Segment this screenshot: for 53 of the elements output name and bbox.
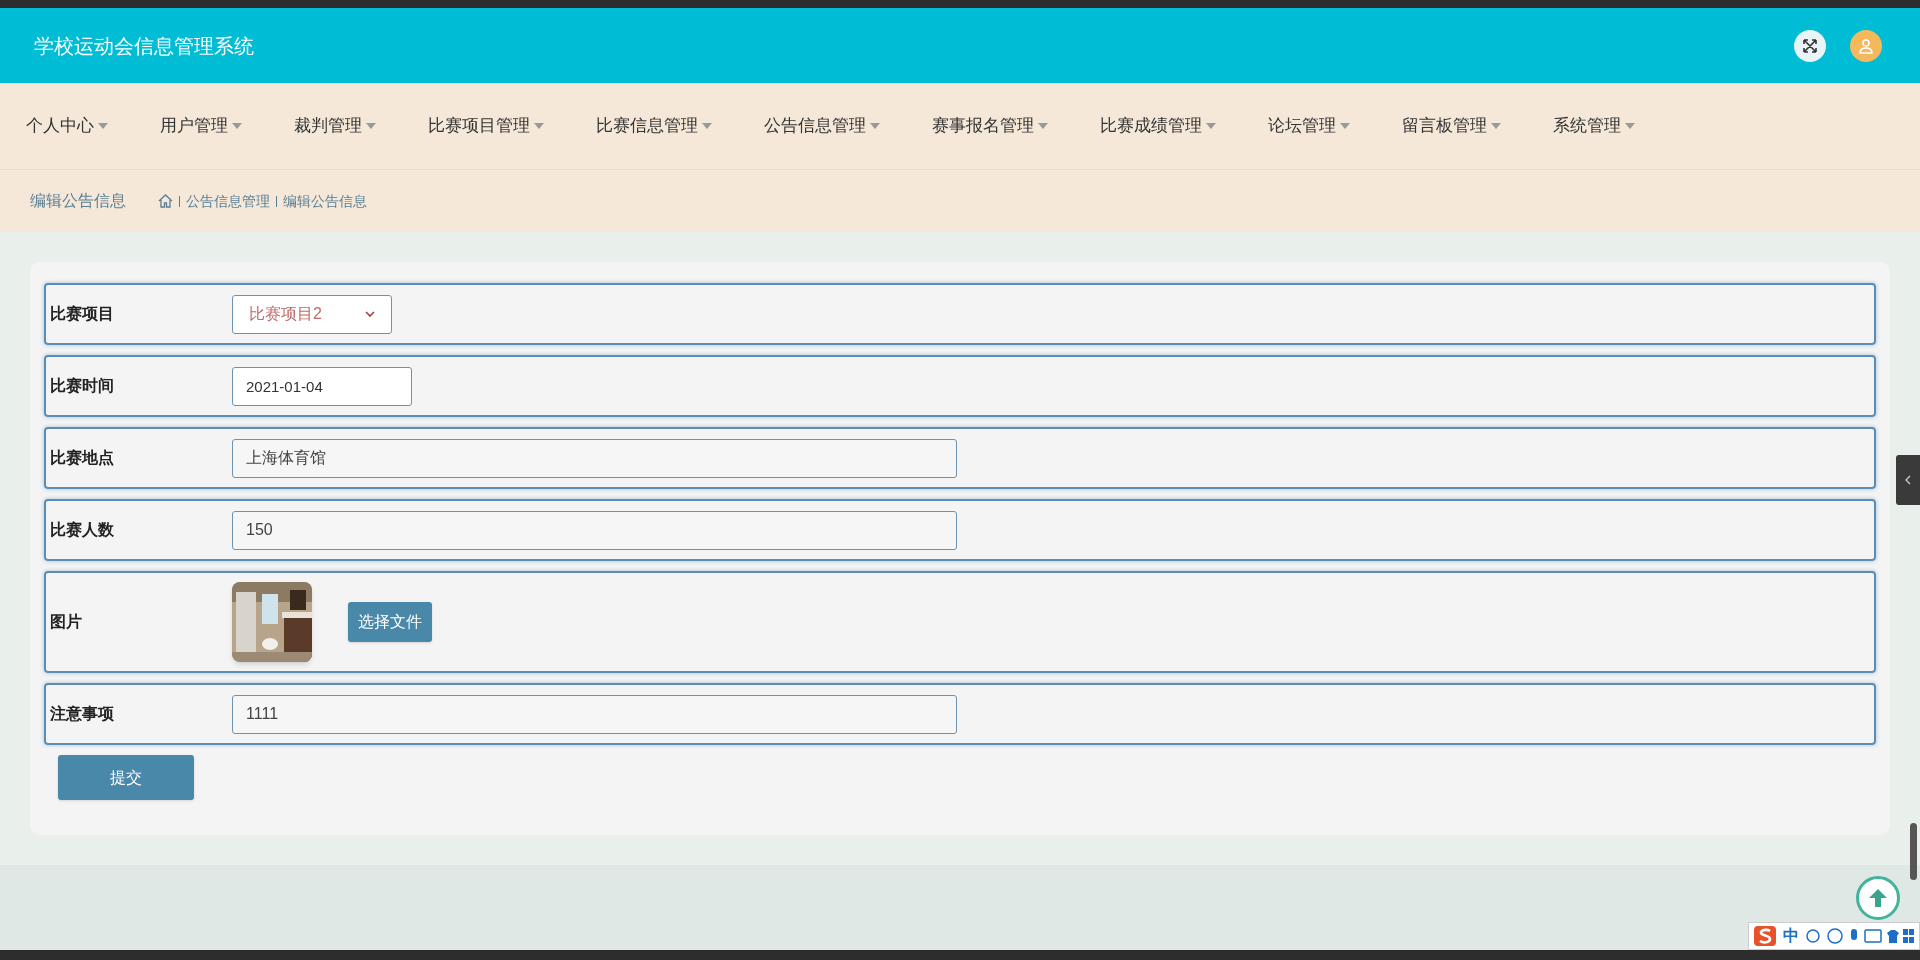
submit-button[interactable]: 提交 — [58, 755, 194, 800]
input-field[interactable]: 1111 — [232, 694, 957, 734]
select-field[interactable]: 比赛项目2 — [232, 294, 392, 334]
nav-menu-item[interactable]: 系统管理 — [1553, 113, 1635, 139]
caret-icon — [870, 123, 880, 129]
caret-icon — [1206, 123, 1216, 129]
caret-icon — [98, 123, 108, 129]
caret-icon — [1038, 123, 1048, 129]
ime-tools-icon — [1805, 927, 1915, 945]
page-title: 编辑公告信息 — [30, 191, 126, 211]
avatar-button[interactable] — [1850, 29, 1882, 62]
field-label: 图片 — [49, 612, 83, 632]
field-label: 比赛人数 — [49, 520, 115, 540]
home-icon[interactable] — [158, 194, 173, 208]
expand-icon — [1802, 37, 1818, 54]
field-label: 比赛地点 — [49, 448, 115, 468]
chevron-left-icon — [1905, 475, 1911, 485]
nav-menu-item[interactable]: 比赛项目管理 — [428, 113, 544, 139]
caret-icon — [1340, 123, 1350, 129]
choose-file-button[interactable]: 选择文件 — [348, 602, 432, 642]
caret-icon — [366, 123, 376, 129]
nav-menu-item[interactable]: 用户管理 — [160, 113, 242, 139]
chevron-down-icon — [365, 311, 375, 317]
field-label: 比赛时间 — [49, 376, 115, 396]
fullscreen-button[interactable] — [1794, 29, 1826, 62]
select-value: 比赛项目2 — [249, 304, 322, 324]
nav-menu-item[interactable]: 公告信息管理 — [764, 113, 880, 139]
user-icon — [1858, 37, 1874, 54]
arrow-up-icon — [1867, 887, 1889, 909]
caret-icon — [1625, 123, 1635, 129]
nav-menu-item[interactable]: 个人中心 — [26, 113, 108, 139]
scrollbar — [1910, 823, 1917, 880]
nav-menu-item[interactable]: 比赛成绩管理 — [1100, 113, 1216, 139]
nav-menu-item[interactable]: 比赛信息管理 — [596, 113, 712, 139]
nav-menu-item[interactable]: 裁判管理 — [294, 113, 376, 139]
input-field[interactable]: 上海体育馆 — [232, 438, 957, 478]
nav-menu-item[interactable]: 留言板管理 — [1402, 113, 1501, 139]
date-field[interactable]: 2021-01-04 — [232, 366, 412, 406]
breadcrumb-link[interactable]: 编辑公告信息 — [283, 190, 367, 212]
app-title: 学校运动会信息管理系统 — [34, 33, 254, 59]
ime-logo-icon — [1753, 925, 1777, 947]
ime-mode[interactable]: 中 — [1783, 924, 1799, 948]
breadcrumb-link[interactable]: 公告信息管理 — [186, 190, 270, 212]
nav-menu-item[interactable]: 论坛管理 — [1268, 113, 1350, 139]
side-panel-tab[interactable] — [1896, 455, 1920, 505]
caret-icon — [232, 123, 242, 129]
field-label: 比赛项目 — [49, 304, 115, 324]
caret-icon — [1491, 123, 1501, 129]
input-field[interactable]: 150 — [232, 510, 957, 550]
field-label: 注意事项 — [49, 704, 115, 724]
caret-icon — [702, 123, 712, 129]
nav-menu-item[interactable]: 赛事报名管理 — [932, 113, 1048, 139]
caret-icon — [534, 123, 544, 129]
